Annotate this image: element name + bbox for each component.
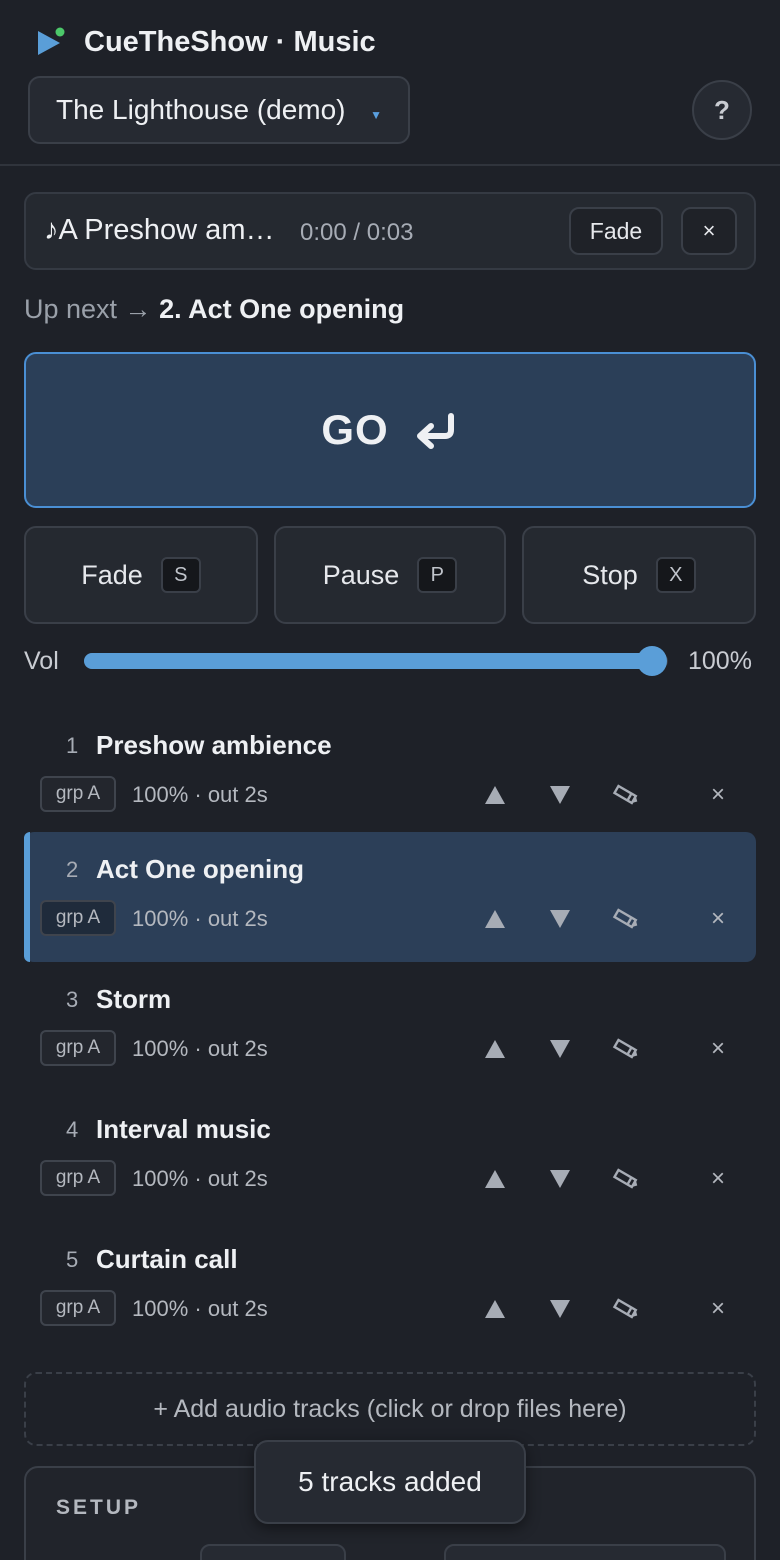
cue-name: Preshow ambience bbox=[96, 730, 332, 760]
cue-meta: 100% · out 2s bbox=[132, 1036, 268, 1061]
show-name: The Lighthouse (demo) bbox=[56, 94, 346, 125]
cue-meta: 100% · out 2s bbox=[132, 782, 268, 807]
now-playing-bar: ♪A Preshow am… 0:00 / 0:03 Fade × bbox=[24, 192, 756, 270]
edit-pencil-icon[interactable] bbox=[609, 778, 643, 812]
now-playing-close-button[interactable]: × bbox=[681, 207, 737, 255]
delete-cue-icon[interactable]: × bbox=[701, 1032, 735, 1066]
show-selector[interactable]: The Lighthouse (demo) ▼ bbox=[28, 76, 410, 144]
edit-pencil-icon[interactable] bbox=[609, 1032, 643, 1066]
move-down-icon[interactable] bbox=[543, 778, 577, 812]
go-label: GO bbox=[321, 406, 389, 453]
toast-notification: 5 tracks added bbox=[254, 1440, 526, 1524]
fade-button[interactable]: Fade S bbox=[24, 526, 258, 624]
cue-number: 2 bbox=[66, 857, 79, 882]
up-next-prefix: Up next → bbox=[24, 294, 152, 324]
add-tracks-dropzone[interactable]: + Add audio tracks (click or drop files … bbox=[24, 1372, 756, 1446]
cue-meta: 100% · out 2s bbox=[132, 1296, 268, 1321]
cue-number: 1 bbox=[66, 733, 79, 758]
delete-cue-icon[interactable]: × bbox=[701, 778, 735, 812]
move-down-icon[interactable] bbox=[543, 902, 577, 936]
app-title: CueTheShow · Music bbox=[84, 25, 376, 58]
cue-row[interactable]: 2 Act One opening grp A 100% · out 2s × bbox=[24, 832, 756, 962]
up-next: Up next → 2. Act One opening bbox=[24, 294, 404, 325]
move-down-icon[interactable] bbox=[543, 1292, 577, 1326]
pause-shortcut: P bbox=[417, 557, 458, 593]
delete-cue-icon[interactable]: × bbox=[701, 1292, 735, 1326]
volume-handle[interactable] bbox=[637, 646, 667, 676]
move-up-icon[interactable] bbox=[478, 1032, 512, 1066]
pause-label: Pause bbox=[322, 559, 400, 590]
help-button[interactable]: ? bbox=[692, 80, 752, 140]
volume-fill bbox=[84, 653, 652, 669]
up-next-cue: 2. Act One opening bbox=[159, 294, 405, 324]
now-playing-fade-button[interactable]: Fade bbox=[569, 207, 663, 255]
brand: CueTheShow · Music bbox=[36, 24, 376, 60]
cue-group-badge[interactable]: grp A bbox=[40, 1030, 116, 1066]
delete-cue-icon[interactable]: × bbox=[701, 902, 735, 936]
now-playing-title: ♪A Preshow am… bbox=[44, 214, 275, 246]
delete-cue-icon[interactable]: × bbox=[701, 1162, 735, 1196]
cue-row[interactable]: 3 Storm grp A 100% · out 2s × bbox=[24, 962, 756, 1092]
edit-pencil-icon[interactable] bbox=[609, 1292, 643, 1326]
stop-shortcut: X bbox=[655, 557, 696, 593]
cue-name: Interval music bbox=[96, 1114, 271, 1144]
move-up-icon[interactable] bbox=[478, 1292, 512, 1326]
cue-meta: 100% · out 2s bbox=[132, 1166, 268, 1191]
active-cue-indicator bbox=[24, 832, 30, 962]
edit-pencil-icon[interactable] bbox=[609, 902, 643, 936]
volume-label: Vol bbox=[24, 647, 59, 675]
cue-name: Storm bbox=[96, 984, 172, 1014]
edit-pencil-icon[interactable] bbox=[609, 1162, 643, 1196]
move-down-icon[interactable] bbox=[543, 1032, 577, 1066]
move-up-icon[interactable] bbox=[478, 902, 512, 936]
now-playing-time: 0:00 / 0:03 bbox=[300, 219, 414, 246]
setup-button[interactable] bbox=[444, 1544, 726, 1560]
cue-group-badge[interactable]: grp A bbox=[40, 900, 116, 936]
fade-label: Fade bbox=[81, 559, 143, 590]
cue-row[interactable]: 1 Preshow ambience grp A 100% · out 2s × bbox=[24, 708, 756, 838]
cue-number: 4 bbox=[66, 1117, 79, 1142]
cue-name: Curtain call bbox=[96, 1244, 238, 1274]
enter-key-icon bbox=[416, 413, 454, 449]
move-up-icon[interactable] bbox=[478, 1162, 512, 1196]
cue-group-badge[interactable]: grp A bbox=[40, 1160, 116, 1196]
go-button[interactable]: GO bbox=[24, 352, 756, 508]
cue-row[interactable]: 5 Curtain call grp A 100% · out 2s × bbox=[24, 1222, 756, 1352]
stop-button[interactable]: Stop X bbox=[522, 526, 756, 624]
cue-meta: 100% · out 2s bbox=[132, 906, 268, 931]
cue-group-badge[interactable]: grp A bbox=[40, 1290, 116, 1326]
volume-value: 100% bbox=[688, 647, 752, 675]
fade-shortcut: S bbox=[160, 557, 201, 593]
setup-title: SETUP bbox=[56, 1496, 142, 1519]
stop-label: Stop bbox=[582, 559, 638, 590]
cue-number: 3 bbox=[66, 987, 79, 1012]
pause-button[interactable]: Pause P bbox=[274, 526, 506, 624]
setup-button[interactable] bbox=[200, 1544, 346, 1560]
volume-slider[interactable] bbox=[84, 646, 668, 676]
caret-down-icon: ▼ bbox=[370, 108, 382, 122]
move-down-icon[interactable] bbox=[543, 1162, 577, 1196]
app-header: CueTheShow · Music The Lighthouse (demo)… bbox=[0, 0, 780, 166]
cue-number: 5 bbox=[66, 1247, 79, 1272]
cue-group-badge[interactable]: grp A bbox=[40, 776, 116, 812]
cue-name: Act One opening bbox=[96, 854, 304, 884]
move-up-icon[interactable] bbox=[478, 778, 512, 812]
play-logo-icon bbox=[36, 26, 66, 58]
cue-row[interactable]: 4 Interval music grp A 100% · out 2s × bbox=[24, 1092, 756, 1222]
